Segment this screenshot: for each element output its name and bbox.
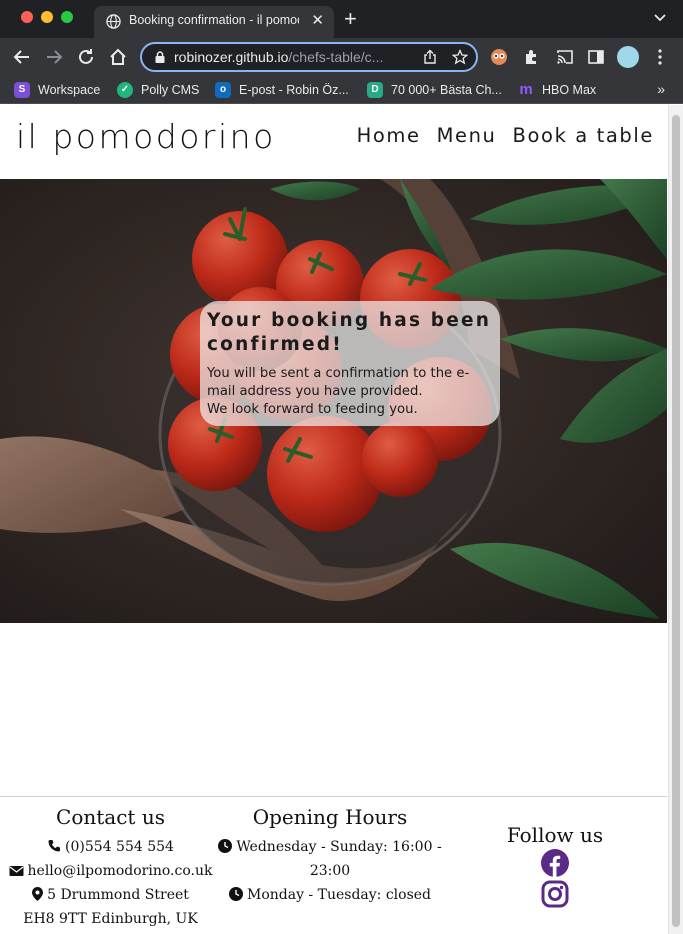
site-header: il pomodorino Home Menu Book a table — [0, 105, 668, 179]
scrollbar[interactable] — [668, 105, 683, 934]
cast-icon[interactable] — [556, 48, 574, 66]
hours-closed: Monday - Tuesday: closed — [218, 883, 442, 907]
instagram-icon[interactable] — [541, 880, 569, 908]
bookmark-label: Polly CMS — [141, 83, 200, 97]
share-icon[interactable] — [422, 49, 438, 65]
contact-address-line2: EH8 9TT Edinburgh, UK — [23, 911, 198, 927]
contact-heading: Contact us — [56, 805, 165, 829]
workspace-icon: S — [14, 82, 30, 98]
bookmark-workspace[interactable]: S Workspace — [14, 80, 100, 100]
globe-icon — [106, 14, 121, 29]
contact-phone[interactable]: (0)554 554 554 — [8, 835, 213, 859]
bookmark-star-icon[interactable] — [452, 49, 468, 65]
envelope-icon — [9, 866, 24, 876]
dictionary-icon: D — [367, 82, 383, 98]
follow-section: Follow us — [460, 797, 650, 908]
browser-toolbar: robinozer.github.io/chefs-table/c... — [0, 38, 683, 76]
browser-tab-bar: Booking confirmation - il pomodorino ✕ + — [0, 0, 683, 38]
hbo-max-icon: m — [519, 81, 533, 98]
site-footer: Contact us (0)554 554 554 hello@ilpomodo… — [0, 796, 667, 934]
opening-hours-section: Opening Hours Wednesday - Sunday: 16:00 … — [218, 797, 442, 907]
outlook-icon: o — [215, 82, 231, 98]
contact-email[interactable]: hello@ilpomodorino.co.uk — [8, 859, 213, 883]
confirmation-card: Your booking has been confirmed! You wil… — [200, 301, 500, 426]
lock-icon[interactable] — [153, 50, 167, 64]
minimize-window-button[interactable] — [41, 11, 53, 23]
clock-icon — [218, 839, 233, 853]
scrollbar-thumb[interactable] — [672, 115, 680, 927]
hours-weekend: Wednesday - Sunday: 16:00 - — [218, 835, 442, 859]
confirmation-message: You will be sent a confirmation to the e… — [207, 365, 492, 419]
bookmarks-bar: S Workspace ✓ Polly CMS o E-post - Robin… — [0, 76, 683, 104]
url-text[interactable]: robinozer.github.io/chefs-table/c... — [174, 49, 406, 65]
bookmark-polly-cms[interactable]: ✓ Polly CMS — [117, 80, 199, 100]
bookmark-dictionary[interactable]: D 70 000+ Bästa Ch... — [367, 80, 502, 100]
tab-close-icon[interactable]: ✕ — [311, 12, 324, 30]
follow-heading: Follow us — [506, 823, 604, 847]
bookmark-label: 70 000+ Bästa Ch... — [391, 83, 502, 97]
reload-icon[interactable] — [76, 47, 96, 67]
new-tab-icon[interactable]: + — [344, 7, 357, 31]
more-bookmarks-icon[interactable]: » — [657, 81, 665, 97]
confirmation-message-line: We look forward to feeding you. — [207, 402, 418, 417]
bookmark-label: HBO Max — [542, 83, 597, 97]
bookmark-label: Workspace — [38, 83, 101, 97]
confirmation-message-line: You will be sent a confirmation to the e… — [207, 366, 470, 399]
extensions-puzzle-icon[interactable] — [523, 48, 541, 66]
tab-title: Booking confirmation - il pomodorino — [129, 13, 299, 27]
extension-owl-icon[interactable] — [490, 48, 508, 66]
brand-logo[interactable]: il pomodorino — [16, 117, 276, 156]
hours-weekend-end: 23:00 — [309, 863, 351, 879]
profile-avatar[interactable] — [617, 46, 639, 68]
back-arrow-icon[interactable] — [12, 47, 32, 67]
phone-icon — [48, 840, 61, 852]
bookmark-hbo-max[interactable]: m HBO Max — [518, 80, 596, 100]
polly-icon: ✓ — [117, 82, 133, 98]
contact-section: Contact us (0)554 554 554 hello@ilpomodo… — [8, 797, 213, 931]
close-window-button[interactable] — [21, 11, 33, 23]
confirmation-title: Your booking has been confirmed! — [207, 310, 492, 355]
maximize-window-button[interactable] — [61, 11, 73, 23]
nav-book-a-table[interactable]: Book a table — [513, 124, 654, 147]
address-bar[interactable]: robinozer.github.io/chefs-table/c... — [140, 42, 478, 72]
home-icon[interactable] — [108, 47, 128, 67]
opening-hours-heading: Opening Hours — [252, 805, 408, 829]
page-viewport: il pomodorino Home Menu Book a table You… — [0, 105, 668, 934]
tab-search-chevron-icon[interactable] — [653, 10, 667, 24]
hero-image: Your booking has been confirmed! You wil… — [0, 179, 667, 623]
contact-address: 5 Drummond Street — [8, 883, 213, 907]
forward-arrow-icon[interactable] — [44, 47, 64, 67]
active-tab[interactable]: Booking confirmation - il pomodorino ✕ — [94, 6, 334, 38]
clock-icon — [228, 887, 243, 901]
main-nav: Home Menu Book a table — [357, 124, 654, 147]
side-panel-icon[interactable] — [587, 48, 605, 66]
bookmark-e-post[interactable]: o E-post - Robin Öz... — [215, 80, 349, 100]
nav-home[interactable]: Home — [357, 124, 421, 147]
bookmark-label: E-post - Robin Öz... — [239, 83, 349, 97]
facebook-icon[interactable] — [541, 849, 569, 877]
browser-menu-icon[interactable] — [651, 48, 669, 66]
map-marker-icon — [32, 887, 44, 901]
nav-menu[interactable]: Menu — [437, 124, 497, 147]
